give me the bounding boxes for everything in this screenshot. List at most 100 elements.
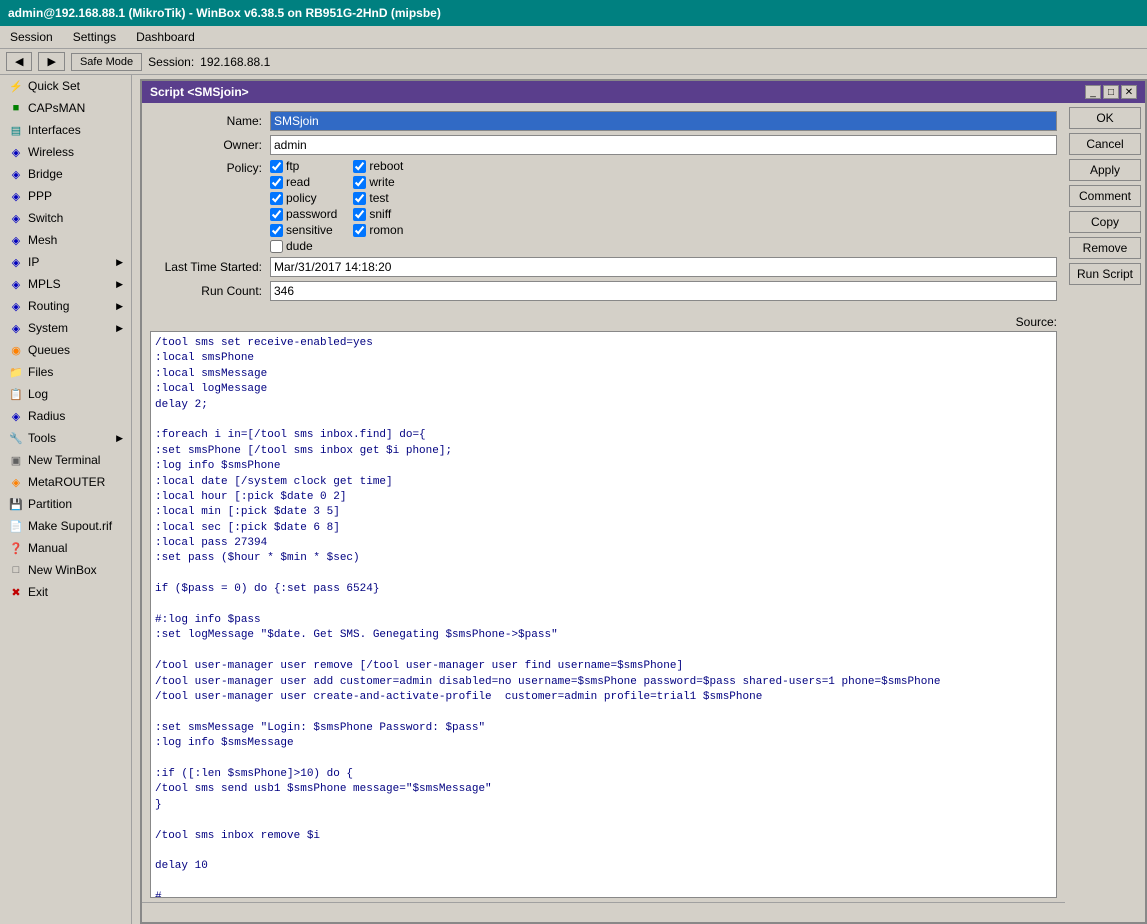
- sidebar-item-partition[interactable]: 💾 Partition: [0, 493, 131, 515]
- sidebar-item-manual[interactable]: ❓ Manual: [0, 537, 131, 559]
- dialog-close-button[interactable]: ✕: [1121, 85, 1137, 99]
- sidebar-item-interfaces[interactable]: ▤ Interfaces: [0, 119, 131, 141]
- source-area[interactable]: /tool sms set receive-enabled=yes :local…: [150, 331, 1057, 898]
- comment-button[interactable]: Comment: [1069, 185, 1141, 207]
- sidebar-item-exit[interactable]: ✖ Exit: [0, 581, 131, 603]
- name-row: Name:: [150, 111, 1057, 131]
- back-button[interactable]: ◀: [6, 52, 32, 71]
- queues-icon: ◉: [8, 342, 24, 358]
- sidebar-label-tools: Tools: [28, 431, 56, 445]
- sidebar-item-metarouter[interactable]: ◈ MetaROUTER: [0, 471, 131, 493]
- exit-icon: ✖: [8, 584, 24, 600]
- name-input[interactable]: [270, 111, 1057, 131]
- sidebar-item-radius[interactable]: ◈ Radius: [0, 405, 131, 427]
- sidebar-item-ip[interactable]: ◈ IP: [0, 251, 131, 273]
- sidebar-item-tools[interactable]: 🔧 Tools: [0, 427, 131, 449]
- dialog-maximize-button[interactable]: □: [1103, 85, 1119, 99]
- manual-icon: ❓: [8, 540, 24, 556]
- policy-romon: romon: [353, 223, 420, 237]
- policy-test-checkbox[interactable]: [353, 192, 366, 205]
- sidebar-label-metarouter: MetaROUTER: [28, 475, 105, 489]
- sidebar-item-files[interactable]: 📁 Files: [0, 361, 131, 383]
- menu-bar: Session Settings Dashboard: [0, 26, 1147, 49]
- owner-row: Owner:: [150, 135, 1057, 155]
- run-script-button[interactable]: Run Script: [1069, 263, 1141, 285]
- sidebar-item-system[interactable]: ◈ System: [0, 317, 131, 339]
- policy-sensitive-checkbox[interactable]: [270, 224, 283, 237]
- sidebar-item-capsman[interactable]: ■ CAPsMAN: [0, 97, 131, 119]
- sidebar-item-ppp[interactable]: ◈ PPP: [0, 185, 131, 207]
- capsman-icon: ■: [8, 100, 24, 116]
- safe-mode-button[interactable]: Safe Mode: [71, 53, 142, 71]
- sidebar-item-routing[interactable]: ◈ Routing: [0, 295, 131, 317]
- form-fields: Name: Owner: Policy:: [142, 103, 1065, 313]
- policy-write-checkbox[interactable]: [353, 176, 366, 189]
- policy-dude-checkbox[interactable]: [270, 240, 283, 253]
- policy-read-checkbox[interactable]: [270, 176, 283, 189]
- sidebar-item-bridge[interactable]: ◈ Bridge: [0, 163, 131, 185]
- run-count-input[interactable]: [270, 281, 1057, 301]
- copy-button[interactable]: Copy: [1069, 211, 1141, 233]
- menu-session[interactable]: Session: [4, 28, 59, 46]
- cancel-button[interactable]: Cancel: [1069, 133, 1141, 155]
- policy-policy-checkbox[interactable]: [270, 192, 283, 205]
- sidebar-item-switch[interactable]: ◈ Switch: [0, 207, 131, 229]
- new-winbox-icon: □: [8, 562, 24, 578]
- last-time-input[interactable]: [270, 257, 1057, 277]
- sidebar-label-ip: IP: [28, 255, 39, 269]
- policy-reboot-label: reboot: [369, 159, 403, 173]
- policy-ftp-checkbox[interactable]: [270, 160, 283, 173]
- apply-button[interactable]: Apply: [1069, 159, 1141, 181]
- sidebar-item-new-terminal[interactable]: ▣ New Terminal: [0, 449, 131, 471]
- sidebar-item-wireless[interactable]: ◈ Wireless: [0, 141, 131, 163]
- sidebar-item-mesh[interactable]: ◈ Mesh: [0, 229, 131, 251]
- toolbar: ◀ ▶ Safe Mode Session: 192.168.88.1: [0, 49, 1147, 75]
- interfaces-icon: ▤: [8, 122, 24, 138]
- sidebar-item-quick-set[interactable]: ⚡ Quick Set: [0, 75, 131, 97]
- title-bar: admin@192.168.88.1 (MikroTik) - WinBox v…: [0, 0, 1147, 26]
- sidebar-item-make-supout[interactable]: 📄 Make Supout.rif: [0, 515, 131, 537]
- policy-read: read: [270, 175, 337, 189]
- dialog-title-text: Script <SMSjoin>: [150, 85, 249, 99]
- menu-dashboard[interactable]: Dashboard: [130, 28, 201, 46]
- policy-reboot: reboot: [353, 159, 420, 173]
- policy-label: Policy:: [150, 159, 270, 175]
- policy-policy: policy: [270, 191, 337, 205]
- sidebar-label-manual: Manual: [28, 541, 67, 555]
- policy-romon-checkbox[interactable]: [353, 224, 366, 237]
- policy-sniff-checkbox[interactable]: [353, 208, 366, 221]
- sidebar-item-log[interactable]: 📋 Log: [0, 383, 131, 405]
- make-supout-icon: 📄: [8, 518, 24, 534]
- sidebar-item-new-winbox[interactable]: □ New WinBox: [0, 559, 131, 581]
- sidebar-label-interfaces: Interfaces: [28, 123, 81, 137]
- dialog-title-bar: Script <SMSjoin> _ □ ✕: [142, 81, 1145, 103]
- main-layout: ⚡ Quick Set ■ CAPsMAN ▤ Interfaces ◈ Wir…: [0, 75, 1147, 924]
- radius-icon: ◈: [8, 408, 24, 424]
- dialog-minimize-button[interactable]: _: [1085, 85, 1101, 99]
- sidebar-label-radius: Radius: [28, 409, 65, 423]
- policy-reboot-checkbox[interactable]: [353, 160, 366, 173]
- source-code[interactable]: /tool sms set receive-enabled=yes :local…: [151, 332, 1056, 898]
- dialog-title-buttons: _ □ ✕: [1085, 85, 1137, 99]
- dialog-form: Name: Owner: Policy:: [142, 103, 1065, 922]
- owner-input[interactable]: [270, 135, 1057, 155]
- policy-test: test: [353, 191, 420, 205]
- sidebar-item-queues[interactable]: ◉ Queues: [0, 339, 131, 361]
- mpls-icon: ◈: [8, 276, 24, 292]
- policy-ftp: ftp: [270, 159, 337, 173]
- sidebar-label-wireless: Wireless: [28, 145, 74, 159]
- ok-button[interactable]: OK: [1069, 107, 1141, 129]
- sidebar-label-quick-set: Quick Set: [28, 79, 80, 93]
- forward-button[interactable]: ▶: [38, 52, 64, 71]
- content-area: Script <SMSjoin> _ □ ✕ Name:: [132, 75, 1147, 924]
- sidebar-label-switch: Switch: [28, 211, 63, 225]
- sidebar-item-mpls[interactable]: ◈ MPLS: [0, 273, 131, 295]
- policy-password-checkbox[interactable]: [270, 208, 283, 221]
- policy-sniff-label: sniff: [369, 207, 391, 221]
- menu-settings[interactable]: Settings: [67, 28, 122, 46]
- policy-sensitive: sensitive: [270, 223, 337, 237]
- sidebar-label-queues: Queues: [28, 343, 70, 357]
- ppp-icon: ◈: [8, 188, 24, 204]
- remove-button[interactable]: Remove: [1069, 237, 1141, 259]
- switch-icon: ◈: [8, 210, 24, 226]
